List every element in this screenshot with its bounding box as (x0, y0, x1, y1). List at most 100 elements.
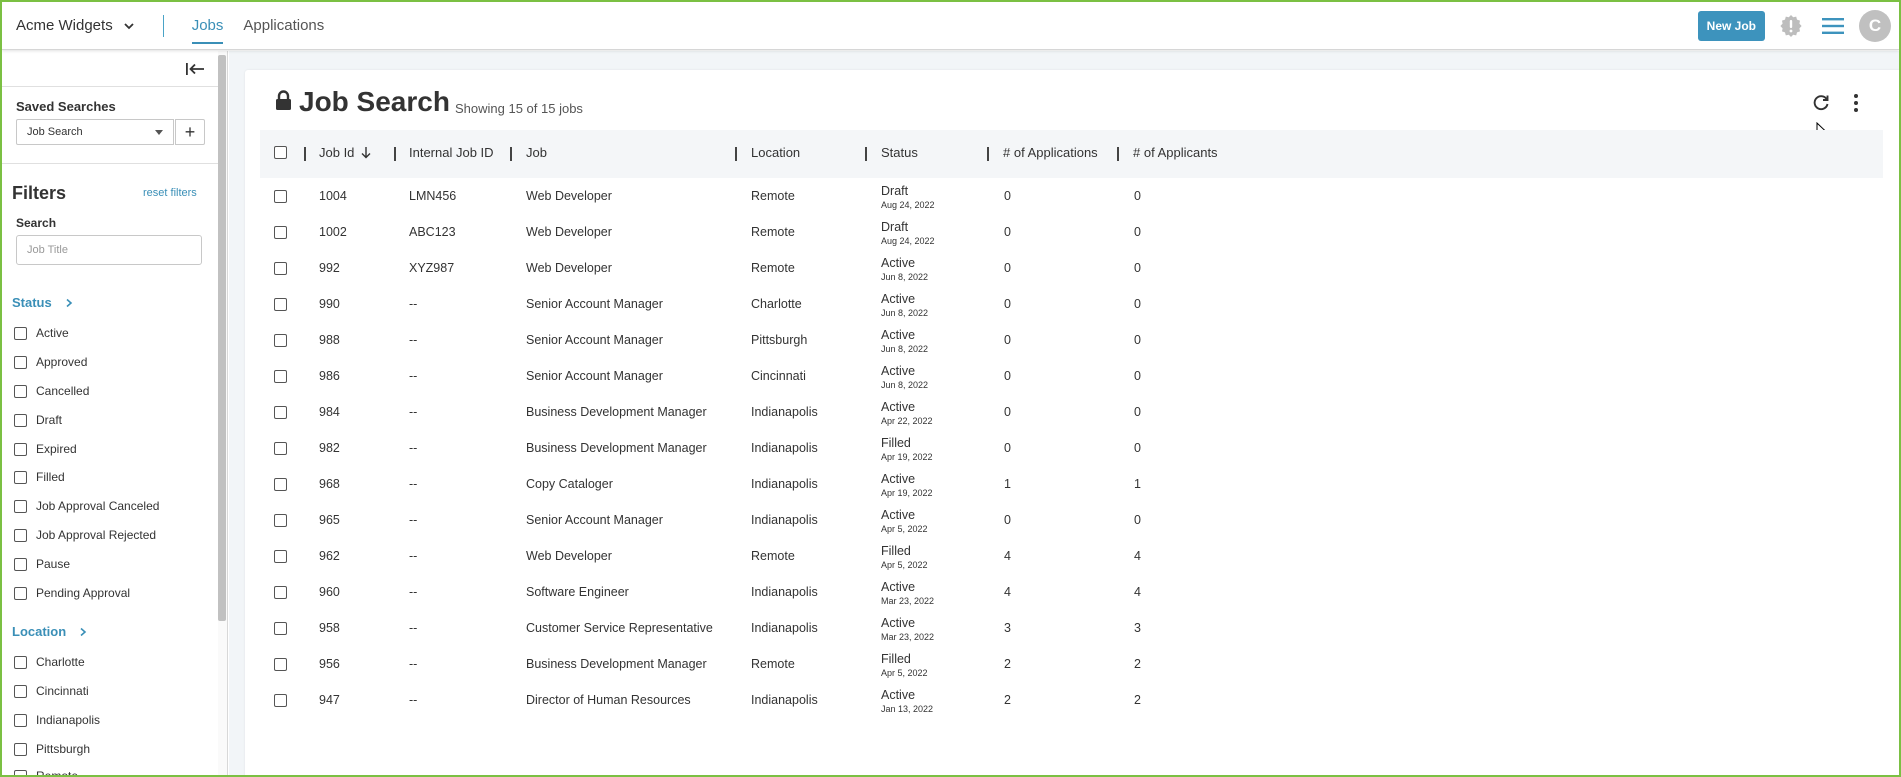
sidebar-scrollbar-thumb[interactable] (218, 55, 226, 621)
status-filter-option[interactable]: Job Approval Canceled (14, 499, 159, 513)
checkbox[interactable] (14, 557, 27, 571)
column-resizer[interactable] (865, 147, 867, 161)
status-filter-option[interactable]: Filled (14, 470, 65, 484)
row-checkbox[interactable] (274, 442, 287, 455)
column-header-location[interactable]: Location (751, 145, 800, 160)
column-resizer[interactable] (987, 147, 989, 161)
column-header-status[interactable]: Status (881, 145, 918, 160)
checkbox[interactable] (14, 655, 27, 669)
checkbox[interactable] (14, 684, 27, 698)
checkbox[interactable] (14, 499, 27, 513)
avatar[interactable]: C (1859, 10, 1891, 42)
cell-status-date: Apr 19, 2022 (881, 488, 933, 498)
row-checkbox[interactable] (274, 190, 287, 203)
column-resizer[interactable] (394, 147, 396, 161)
column-resizer[interactable] (510, 147, 512, 161)
cell-job-title[interactable]: Web Developer (526, 189, 612, 203)
column-header-applicants[interactable]: # of Applicants (1133, 145, 1218, 160)
checkbox[interactable] (14, 442, 27, 456)
status-filter-option[interactable]: Pending Approval (14, 586, 130, 600)
cell-job-title[interactable]: Web Developer (526, 261, 612, 275)
row-checkbox[interactable] (274, 550, 287, 563)
checkbox[interactable] (14, 413, 27, 427)
collapse-sidebar-icon[interactable] (184, 60, 206, 78)
location-filter-option[interactable]: Indianapolis (14, 713, 100, 727)
column-header-job[interactable]: Job (526, 145, 547, 160)
cell-job-title[interactable]: Business Development Manager (526, 657, 707, 671)
company-switcher[interactable]: Acme Widgets (16, 17, 135, 34)
location-filter-option[interactable]: Charlotte (14, 655, 85, 669)
checkbox[interactable] (14, 326, 27, 340)
location-filter-option[interactable]: Pittsburgh (14, 742, 90, 756)
cell-location: Indianapolis (751, 513, 818, 527)
cell-job-title[interactable]: Senior Account Manager (526, 513, 663, 527)
cell-job-title[interactable]: Senior Account Manager (526, 369, 663, 383)
saved-search-select[interactable]: Job Search (16, 119, 174, 145)
hamburger-menu-icon[interactable] (1821, 15, 1845, 37)
cell-job-title[interactable]: Copy Cataloger (526, 477, 613, 491)
search-input[interactable] (16, 235, 202, 265)
row-checkbox[interactable] (274, 514, 287, 527)
checkbox[interactable] (14, 586, 27, 600)
checkbox[interactable] (14, 769, 27, 775)
new-job-button[interactable]: New Job (1697, 11, 1765, 41)
status-filter-option[interactable]: Job Approval Rejected (14, 528, 156, 542)
cell-job-title[interactable]: Software Engineer (526, 585, 629, 599)
cell-job-title[interactable]: Senior Account Manager (526, 333, 663, 347)
cell-job-title[interactable]: Business Development Manager (526, 441, 707, 455)
column-resizer[interactable] (1117, 147, 1119, 161)
select-all-checkbox[interactable] (274, 146, 287, 159)
refresh-icon[interactable] (1812, 94, 1830, 112)
column-header-job-id[interactable]: Job Id (319, 145, 372, 160)
status-filter-option[interactable]: Cancelled (14, 384, 89, 398)
location-filter-option[interactable]: Remote (14, 769, 78, 775)
cell-applications: 0 (1004, 405, 1011, 419)
sort-down-arrow-icon (361, 147, 371, 159)
cell-status: Active (881, 508, 916, 522)
cell-job-title[interactable]: Web Developer (526, 549, 612, 563)
row-checkbox[interactable] (274, 262, 287, 275)
more-options-icon[interactable] (1853, 93, 1859, 113)
checkbox[interactable] (14, 470, 27, 484)
checkbox[interactable] (14, 384, 27, 398)
cell-job-title[interactable]: Web Developer (526, 225, 612, 239)
column-resizer[interactable] (304, 147, 306, 161)
status-section-toggle[interactable]: Status (12, 295, 74, 310)
column-header-applications[interactable]: # of Applications (1003, 145, 1098, 160)
row-checkbox[interactable] (274, 298, 287, 311)
status-filter-option[interactable]: Active (14, 326, 69, 340)
row-checkbox[interactable] (274, 478, 287, 491)
row-checkbox[interactable] (274, 622, 287, 635)
reset-filters-link[interactable]: reset filters (143, 187, 197, 199)
checkbox[interactable] (14, 528, 27, 542)
tab-jobs[interactable]: Jobs (191, 11, 223, 44)
row-checkbox[interactable] (274, 226, 287, 239)
checkbox[interactable] (14, 742, 27, 756)
add-saved-search-button[interactable]: + (175, 119, 205, 145)
status-filter-option[interactable]: Draft (14, 413, 62, 427)
cell-job-title[interactable]: Customer Service Representative (526, 621, 713, 635)
column-resizer[interactable] (735, 147, 737, 161)
column-header-internal-job-id[interactable]: Internal Job ID (409, 145, 494, 160)
location-section-toggle[interactable]: Location (12, 624, 88, 639)
cell-job-title[interactable]: Director of Human Resources (526, 693, 691, 707)
alert-icon[interactable] (1779, 14, 1803, 38)
cell-status: Active (881, 688, 916, 702)
status-filter-option[interactable]: Expired (14, 442, 77, 456)
row-checkbox[interactable] (274, 586, 287, 599)
row-checkbox[interactable] (274, 370, 287, 383)
row-checkbox[interactable] (274, 658, 287, 671)
cell-applicants: 0 (1134, 369, 1141, 383)
status-filter-option[interactable]: Approved (14, 355, 87, 369)
checkbox[interactable] (14, 713, 27, 727)
checkbox[interactable] (14, 355, 27, 369)
row-checkbox[interactable] (274, 406, 287, 419)
row-checkbox[interactable] (274, 694, 287, 707)
location-filter-option[interactable]: Cincinnati (14, 684, 89, 698)
tab-applications[interactable]: Applications (243, 11, 324, 40)
cell-job-id: 990 (319, 297, 340, 311)
cell-job-title[interactable]: Business Development Manager (526, 405, 707, 419)
cell-job-title[interactable]: Senior Account Manager (526, 297, 663, 311)
row-checkbox[interactable] (274, 334, 287, 347)
status-filter-option[interactable]: Pause (14, 557, 70, 571)
